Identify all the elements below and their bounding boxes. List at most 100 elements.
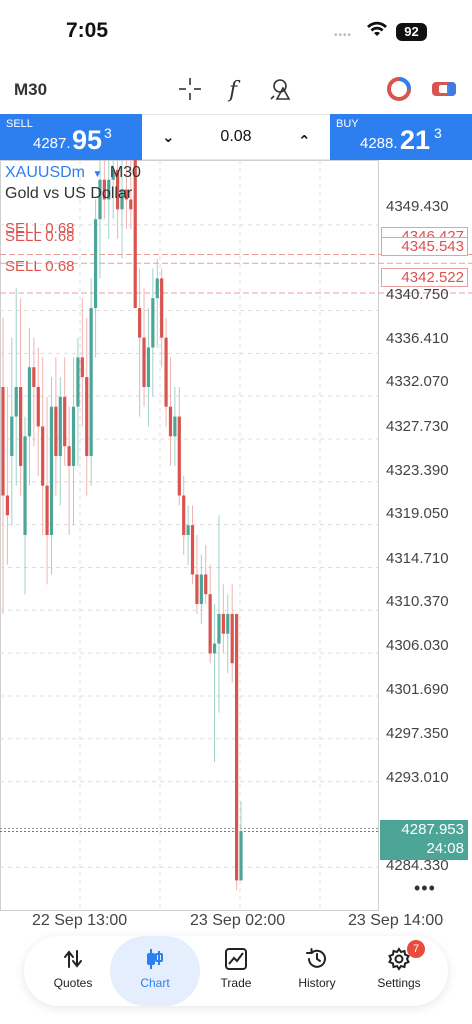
candle-body bbox=[142, 337, 146, 387]
candle-body bbox=[76, 357, 80, 407]
one-click-trading-icon[interactable] bbox=[431, 76, 457, 102]
trade-graph-icon bbox=[225, 948, 247, 970]
candle-body bbox=[10, 416, 14, 457]
y-axis-tick: 4349.430 bbox=[386, 198, 449, 215]
candle-body bbox=[182, 495, 186, 535]
y-axis-tick: 4293.010 bbox=[386, 769, 449, 786]
candle-body bbox=[93, 219, 98, 309]
sell-price-sup: 3 bbox=[104, 125, 112, 141]
x-axis-tick: 23 Sep 14:00 bbox=[348, 912, 444, 929]
nav-settings[interactable]: 7 Settings bbox=[358, 936, 440, 1006]
candle-body bbox=[199, 574, 203, 605]
candle-body bbox=[14, 386, 18, 417]
candle-body bbox=[151, 298, 155, 348]
buy-button[interactable]: BUY 4288. 21 3 bbox=[330, 114, 472, 160]
candle-body bbox=[234, 613, 239, 881]
nav-label: Quotes bbox=[53, 976, 93, 990]
trade-toggle-icon[interactable] bbox=[386, 76, 412, 102]
cellular-signal-icon: •••• bbox=[334, 30, 353, 41]
status-time: 7:05 bbox=[66, 19, 109, 42]
candle-body bbox=[195, 574, 199, 605]
candle-body bbox=[173, 416, 177, 437]
candle-body bbox=[164, 337, 168, 407]
function-icon[interactable]: f bbox=[223, 76, 249, 102]
candlestick-chart-icon bbox=[147, 949, 163, 969]
candle-body bbox=[230, 613, 234, 664]
bottom-navigation: Quotes Chart Trade History 7 Settings bbox=[24, 936, 448, 1006]
candle-body bbox=[80, 357, 84, 378]
history-clock-icon bbox=[306, 948, 326, 968]
sell-price-big: 95 bbox=[72, 125, 103, 155]
candle-body bbox=[138, 308, 142, 338]
candle-body bbox=[19, 386, 23, 466]
y-axis-tick: 4332.070 bbox=[386, 373, 449, 390]
x-axis-tick: 22 Sep 13:00 bbox=[32, 912, 128, 929]
battery-level: 92 bbox=[396, 23, 427, 41]
candle-body bbox=[221, 613, 225, 634]
x-axis-tick: 23 Sep 02:00 bbox=[190, 912, 286, 929]
sell-label: SELL bbox=[6, 118, 33, 130]
volume-stepper: ⌄ 0.08 ⌃ bbox=[142, 114, 330, 160]
svg-text:f: f bbox=[227, 78, 241, 102]
order-line-label[interactable]: SELL 0.68 bbox=[5, 258, 75, 275]
candle-body bbox=[45, 485, 49, 535]
candle-body bbox=[32, 367, 36, 387]
candle-body bbox=[186, 525, 190, 535]
more-options-icon[interactable]: ••• bbox=[414, 878, 436, 899]
symbol-name[interactable]: XAUUSDm bbox=[5, 164, 85, 181]
candle-body bbox=[204, 574, 208, 595]
nav-history[interactable]: History bbox=[276, 936, 358, 1006]
symbol-dropdown-caret[interactable]: ▼ bbox=[92, 169, 102, 180]
candle-body bbox=[160, 278, 164, 338]
y-axis-tick: 4327.730 bbox=[386, 418, 449, 435]
y-axis-tick: 4336.410 bbox=[386, 330, 449, 347]
candle-body bbox=[89, 308, 93, 457]
current-price-label: 4287.953 24:08 bbox=[380, 820, 468, 860]
y-axis-tick: 4314.710 bbox=[386, 550, 449, 567]
y-axis-tick: 4306.030 bbox=[386, 637, 449, 654]
buy-price-big: 21 bbox=[400, 125, 431, 155]
chart-toolbar: M30 f bbox=[0, 62, 472, 114]
candle-body bbox=[133, 160, 137, 309]
crosshair-icon[interactable] bbox=[177, 76, 203, 102]
candle-body bbox=[239, 831, 243, 881]
candle-body bbox=[41, 426, 45, 486]
increase-volume-button[interactable]: ⌃ bbox=[298, 132, 311, 150]
candle-body bbox=[168, 406, 173, 437]
bar-timer: 24:08 bbox=[426, 840, 464, 857]
candle-body bbox=[146, 347, 151, 387]
nav-trade[interactable]: Trade bbox=[195, 936, 277, 1006]
price-chart[interactable]: XAUUSDm ▼ M30 Gold vs US Dollar SELL 0.6… bbox=[0, 160, 472, 940]
nav-label: Trade bbox=[220, 976, 252, 990]
buy-price-sup: 3 bbox=[434, 125, 442, 141]
candle-body bbox=[212, 643, 217, 654]
symbol-header[interactable]: XAUUSDm ▼ M30 bbox=[5, 164, 141, 182]
nav-quotes[interactable]: Quotes bbox=[32, 936, 114, 1006]
y-axis-tick: 4340.750 bbox=[386, 286, 449, 303]
sell-button[interactable]: SELL 4287. 95 3 bbox=[0, 114, 142, 160]
settings-notification-badge: 7 bbox=[407, 940, 425, 958]
timeframe-selector[interactable]: M30 bbox=[14, 80, 47, 100]
candle-body bbox=[155, 278, 159, 299]
order-price-label: 4342.522 bbox=[381, 268, 468, 287]
quotes-arrows-icon bbox=[64, 950, 82, 968]
buy-price-prefix: 4288. bbox=[360, 135, 398, 152]
nav-chart[interactable]: Chart bbox=[110, 936, 200, 1006]
y-axis-tick: 4323.390 bbox=[386, 462, 449, 479]
candle-body bbox=[190, 525, 195, 575]
y-axis-tick: 4310.370 bbox=[386, 593, 449, 610]
order-line-label[interactable]: SELL 0.68 bbox=[5, 228, 75, 245]
y-axis-tick: 4297.350 bbox=[386, 725, 449, 742]
candle-body bbox=[226, 613, 230, 634]
candle-body bbox=[71, 406, 76, 466]
candle-body bbox=[58, 396, 62, 457]
candle-body bbox=[1, 386, 5, 496]
status-bar: 7:05 •••• 92 bbox=[0, 0, 472, 62]
symbol-description: Gold vs US Dollar bbox=[5, 185, 133, 202]
candle-body bbox=[208, 594, 212, 654]
objects-icon[interactable] bbox=[268, 76, 294, 102]
current-price-value: 4287.953 bbox=[401, 821, 464, 838]
candle-body bbox=[63, 396, 67, 447]
candle-body bbox=[67, 446, 71, 466]
symbol-timeframe: M30 bbox=[109, 164, 141, 181]
